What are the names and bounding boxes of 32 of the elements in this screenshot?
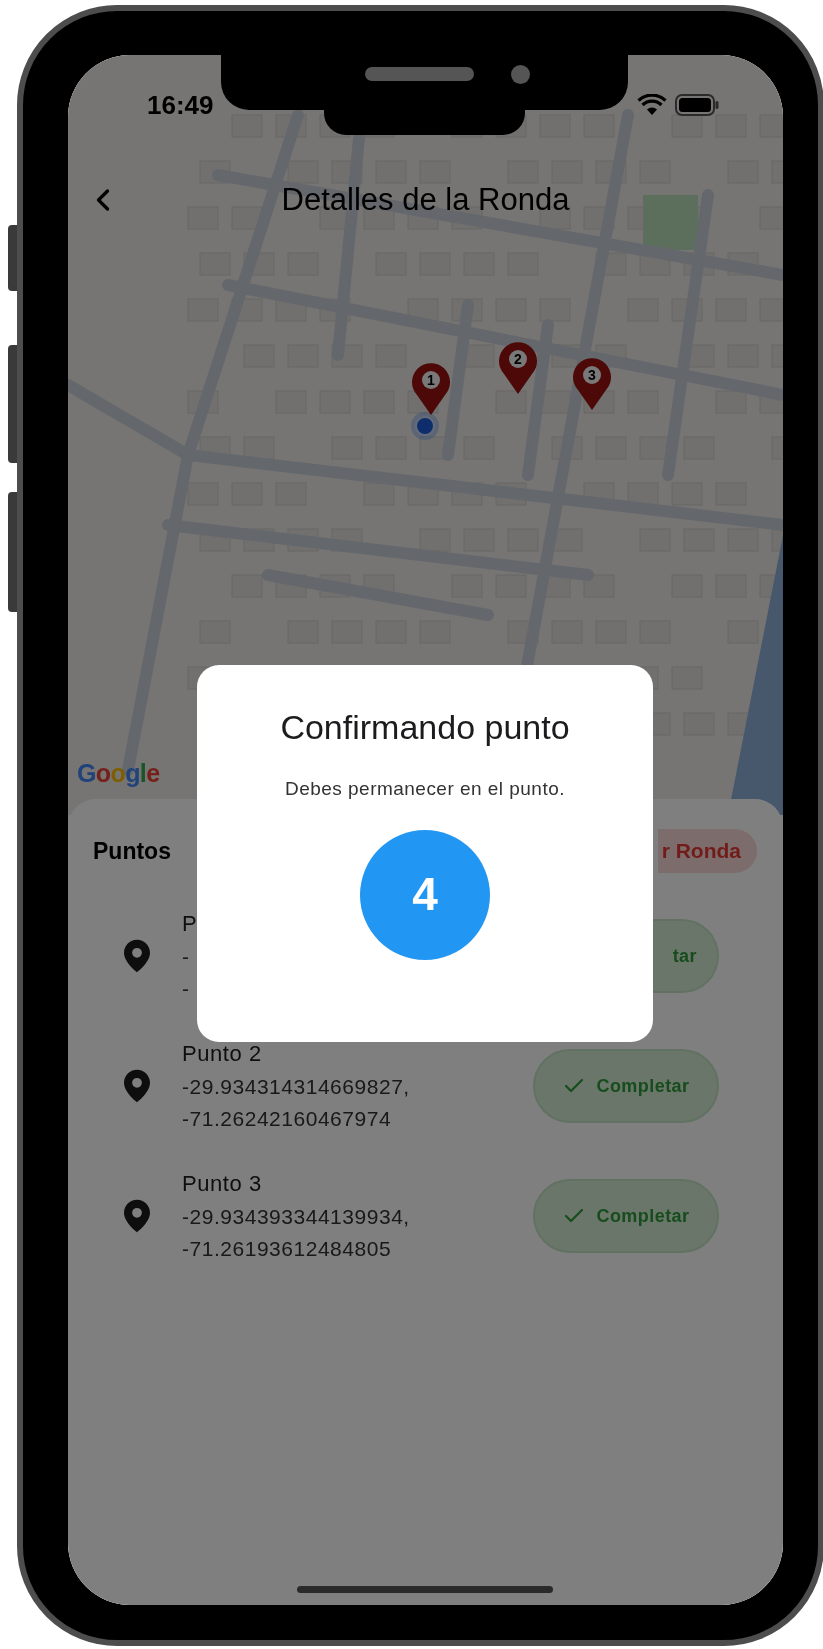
point-name: Punto 2 bbox=[182, 1040, 263, 1068]
map-marker[interactable]: 1 bbox=[411, 361, 451, 415]
map-attribution: Google bbox=[77, 758, 160, 789]
point-name: Punto 3 bbox=[182, 1170, 263, 1198]
status-time: 16:49 bbox=[147, 88, 214, 122]
marker-number: 3 bbox=[587, 366, 597, 384]
complete-button[interactable]: Completar bbox=[533, 1179, 719, 1253]
location-pin-icon bbox=[124, 1199, 150, 1233]
point-coordinate: -71.26242160467974 bbox=[182, 1106, 393, 1132]
action-button[interactable]: r Ronda bbox=[657, 829, 757, 873]
map-marker[interactable]: 3 bbox=[572, 356, 612, 410]
location-pin-icon bbox=[124, 1069, 150, 1103]
complete-button[interactable]: tar bbox=[653, 919, 719, 993]
complete-button[interactable]: Completar bbox=[533, 1049, 719, 1123]
camera-lens bbox=[511, 65, 530, 84]
location-pin-icon bbox=[124, 939, 150, 973]
battery-icon bbox=[675, 94, 719, 116]
dialog-message: Debes permanecer en el punto. bbox=[285, 777, 565, 801]
map-marker[interactable]: 2 bbox=[498, 340, 538, 394]
screen-title: Detalles de la Ronda bbox=[281, 181, 570, 219]
marker-number: 1 bbox=[426, 371, 436, 389]
marker-number: 2 bbox=[513, 350, 523, 368]
wifi-icon bbox=[637, 94, 667, 116]
point-coordinate: - bbox=[182, 976, 191, 1002]
point-coordinate: -29.934314314669827, bbox=[182, 1074, 410, 1100]
point-coordinate: -71.26193612484805 bbox=[182, 1236, 393, 1262]
sheet-title: Puntos bbox=[93, 836, 171, 866]
point-coordinate: - bbox=[182, 944, 191, 970]
countdown-number: 4 bbox=[412, 867, 438, 922]
point-name: P bbox=[182, 910, 198, 938]
point-coordinate: -29.934393344139934, bbox=[182, 1204, 410, 1230]
dialog-title: Confirmando punto bbox=[280, 707, 570, 748]
